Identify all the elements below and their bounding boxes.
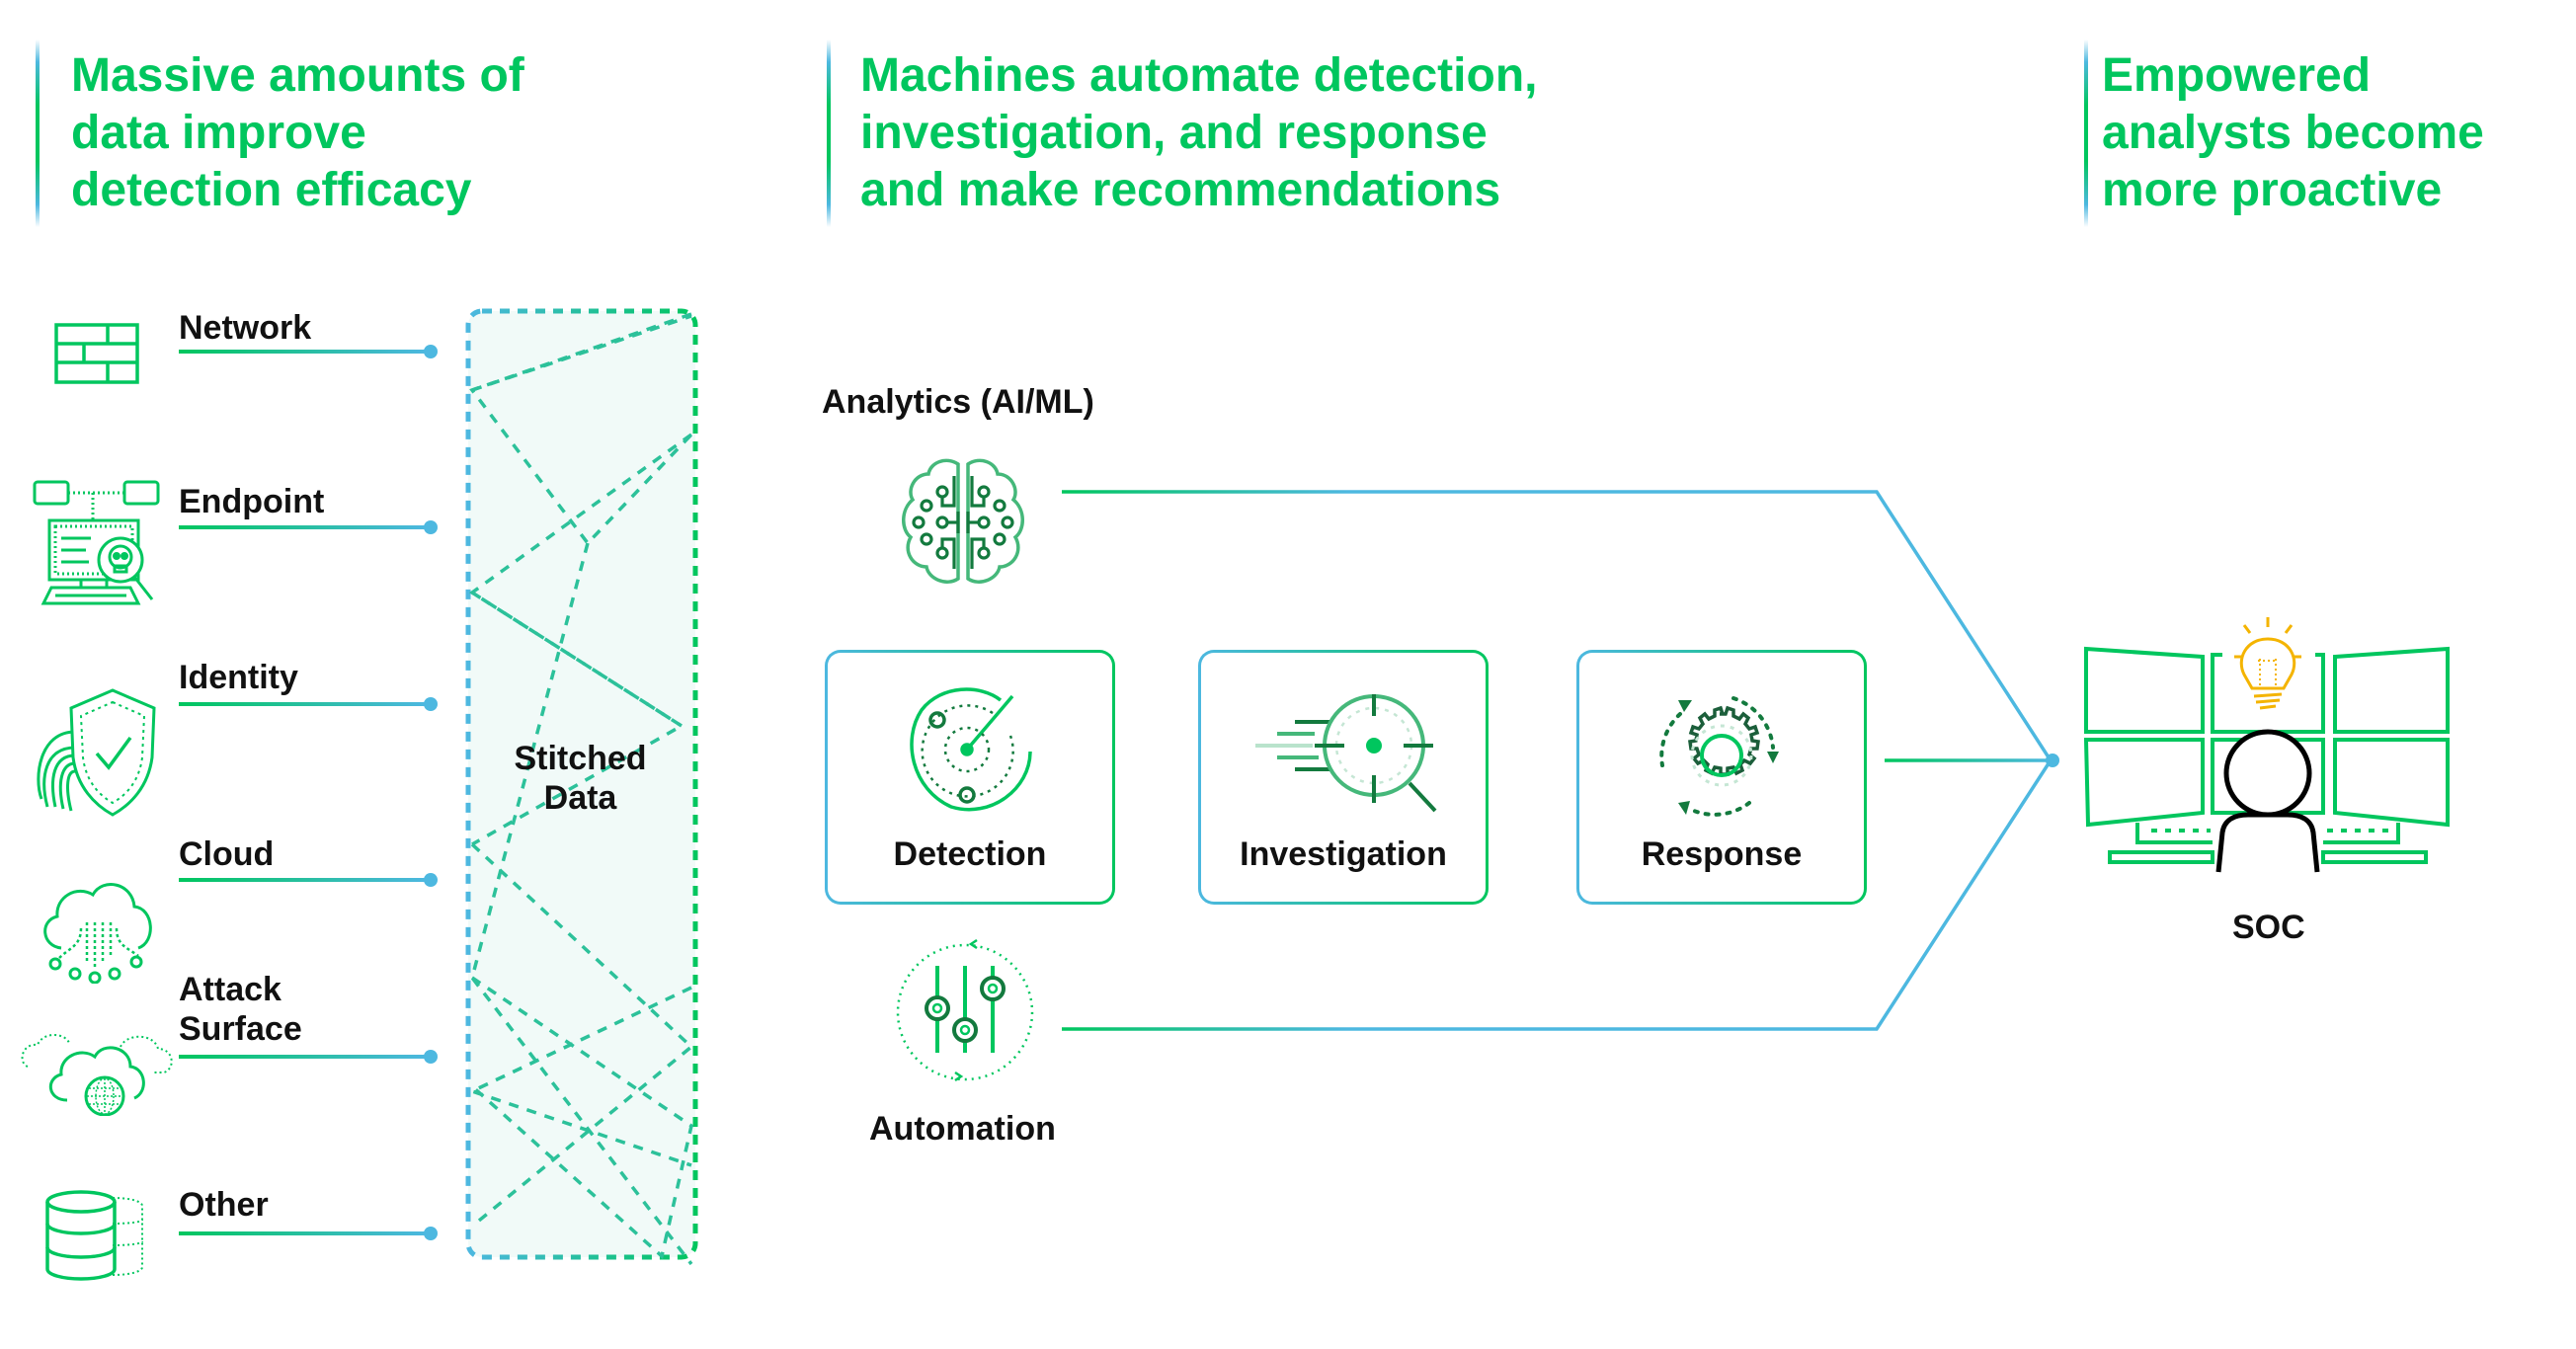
stage-detection-label: Detection: [893, 835, 1047, 873]
stage-detection[interactable]: Detection: [825, 650, 1115, 905]
stage-investigation-label: Investigation: [1240, 835, 1447, 873]
analytics-label: Analytics (AI/ML): [822, 383, 1094, 421]
automation-label: Automation: [869, 1110, 1056, 1148]
soc-label: SOC: [2232, 909, 2305, 946]
brain-circuit-icon: [897, 456, 1029, 594]
analyst-monitors-icon: [2074, 617, 2469, 899]
convergence-dot: [2046, 754, 2059, 767]
stage-investigation[interactable]: Investigation: [1198, 650, 1489, 905]
gear-cycle-icon: [1650, 692, 1789, 826]
stage-response[interactable]: Response: [1576, 650, 1867, 905]
stage-response-label: Response: [1641, 835, 1803, 873]
radar-icon: [902, 680, 1040, 824]
sliders-cycle-icon: [894, 938, 1037, 1091]
target-magnifier-icon: [1255, 690, 1443, 828]
